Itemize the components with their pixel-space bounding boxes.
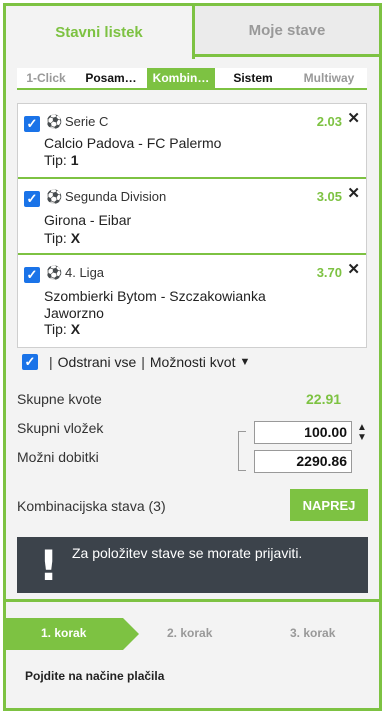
select-all-checkbox[interactable]: ✓ (22, 354, 38, 370)
bet-item: ✓ ⚽ 4. Liga 3.70 ✕ Szombierki Bytom - Sz… (18, 255, 366, 347)
caret-down-icon[interactable]: ▼ (239, 356, 250, 368)
bet-checkbox[interactable]: ✓ (24, 267, 40, 283)
notice-message: Za položitev stave se morate prijaviti. (72, 545, 303, 561)
bet-league: Segunda Division (65, 189, 167, 204)
stake-label: Skupni vložek (17, 420, 104, 436)
combination-bet-label: Kombinacijska stava (3) (17, 498, 166, 514)
bet-item: ✓ ⚽ Segunda Division 3.05 ✕ Girona - Eib… (18, 179, 366, 255)
tab-combination[interactable]: Kombin… (147, 68, 215, 88)
stake-stepper[interactable]: ▲ ▼ (356, 423, 368, 443)
step-1-label: 1. korak (41, 626, 87, 640)
possible-win-field[interactable]: 2290.86 (254, 450, 352, 473)
payment-methods-hint[interactable]: Pojdite na načine plačila (25, 669, 164, 683)
bet-checkbox[interactable]: ✓ (24, 116, 40, 132)
bet-match: Girona - Eibar (44, 212, 132, 228)
main-tabs: Stavni listek Moje stave (3, 3, 382, 59)
bet-checkbox[interactable]: ✓ (24, 191, 40, 207)
soccer-ball-icon: ⚽ (46, 265, 63, 280)
tip-value: X (70, 321, 81, 337)
tab-my-bets[interactable]: Moje stave (195, 3, 382, 57)
step-1: 1. korak (3, 618, 139, 650)
tip-value: 1 (70, 152, 79, 168)
close-icon[interactable]: ✕ (347, 184, 360, 202)
tab-betslip[interactable]: Stavni listek (3, 3, 195, 59)
bet-league: Serie C (65, 114, 109, 129)
separator: | (49, 354, 53, 370)
tab-1-click[interactable]: 1-Click (17, 68, 75, 88)
bet-type-tabs: 1-Click Posam… Kombin… Sistem Multiway (17, 68, 367, 90)
bet-match: Szombierki Bytom - Szczakowianka Jaworzn… (44, 288, 266, 321)
step-indicator: 1. korak 2. korak 3. korak (3, 618, 382, 650)
bet-match: Calcio Padova - FC Palermo (44, 135, 222, 151)
total-odds-label: Skupne kvote (17, 391, 102, 407)
total-odds-value: 22.91 (306, 391, 342, 407)
stake-bracket (238, 431, 246, 471)
step-3: 3. korak (290, 626, 336, 640)
tab-single[interactable]: Posam… (75, 68, 147, 88)
soccer-ball-icon: ⚽ (46, 189, 63, 204)
exclamation-icon: ! (39, 541, 59, 590)
login-notice: ! Za položitev stave se morate prijaviti… (17, 537, 368, 593)
remove-all-link[interactable]: Odstrani vse (58, 354, 137, 370)
bet-odds: 3.70 (316, 265, 342, 280)
soccer-ball-icon: ⚽ (46, 114, 63, 129)
bet-list: ✓ ⚽ Serie C 2.03 ✕ Calcio Padova - FC Pa… (17, 103, 367, 348)
bet-odds: 2.03 (316, 114, 342, 129)
tip-value: X (70, 230, 81, 246)
stake-input[interactable]: 100.00 (254, 421, 352, 444)
odds-options-dropdown[interactable]: Možnosti kvot (150, 354, 236, 370)
bet-item: ✓ ⚽ Serie C 2.03 ✕ Calcio Padova - FC Pa… (18, 104, 366, 179)
possible-win-label: Možni dobitki (17, 449, 99, 465)
tip-label: Tip: (44, 230, 67, 246)
bet-tip: Tip: X (44, 321, 80, 337)
tip-label: Tip: (44, 152, 67, 168)
bet-odds: 3.05 (316, 189, 342, 204)
bet-tip: Tip: X (44, 230, 80, 246)
tab-system[interactable]: Sistem (215, 68, 291, 88)
close-icon[interactable]: ✕ (347, 260, 360, 278)
bet-league: 4. Liga (65, 265, 105, 280)
close-icon[interactable]: ✕ (347, 109, 360, 127)
next-button[interactable]: NAPREJ (290, 489, 368, 521)
tab-multiway[interactable]: Multiway (291, 68, 367, 88)
bet-actions: ✓ | Odstrani vse | Možnosti kvot ▼ (22, 352, 250, 372)
tip-label: Tip: (44, 321, 67, 337)
step-2: 2. korak (167, 626, 213, 640)
bet-tip: Tip: 1 (44, 152, 79, 168)
divider (3, 599, 382, 602)
separator: | (141, 354, 145, 370)
